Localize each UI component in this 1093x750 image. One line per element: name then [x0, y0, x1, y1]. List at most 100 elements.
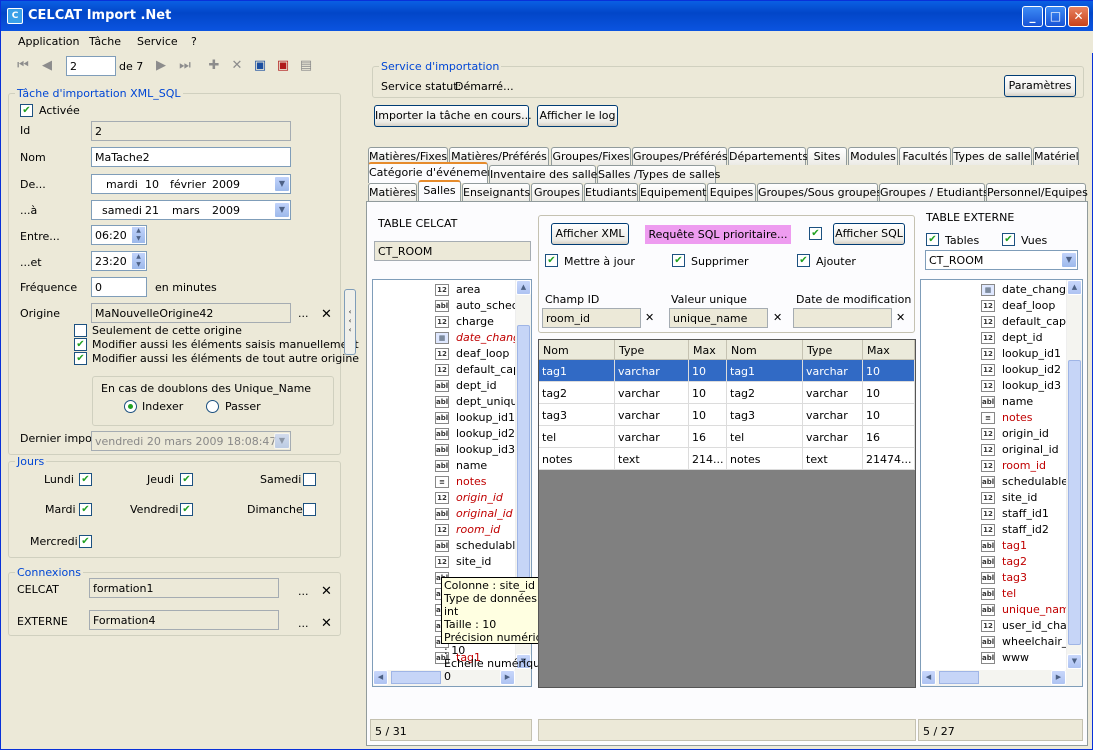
- menu-tache[interactable]: Tâche: [89, 35, 121, 48]
- tab-salles[interactable]: Salles: [418, 180, 461, 201]
- grid-cell[interactable]: 10: [863, 382, 915, 404]
- tab-d-partements[interactable]: Départements: [728, 147, 808, 165]
- tab-equipes[interactable]: Equipes: [707, 183, 756, 201]
- grid-cell[interactable]: varchar: [803, 382, 863, 404]
- grid-cell[interactable]: tag3: [727, 404, 803, 426]
- import-task-button[interactable]: Importer la tâche en cours...: [374, 105, 532, 127]
- tab-mat-riel[interactable]: Matériel: [1033, 147, 1079, 165]
- chevron-down-icon[interactable]: ▼: [274, 176, 290, 192]
- chevron-down-icon[interactable]: ▼: [274, 202, 290, 218]
- grid-header[interactable]: Nom: [727, 340, 803, 360]
- unique-clear-icon[interactable]: ✕: [773, 311, 782, 324]
- nom-input[interactable]: MaTache2: [91, 147, 291, 167]
- grid-cell[interactable]: tag3: [539, 404, 615, 426]
- grid-cell[interactable]: text: [803, 448, 863, 470]
- grid-cell[interactable]: 10: [863, 404, 915, 426]
- grid-header[interactable]: Type: [615, 340, 689, 360]
- delete-icon[interactable]: ✕: [229, 58, 245, 74]
- day-mercredi-checkbox[interactable]: ✔: [79, 535, 92, 548]
- grid-cell[interactable]: notes: [539, 448, 615, 470]
- chevron-down-icon[interactable]: ▼: [1061, 252, 1077, 268]
- add-icon[interactable]: ✚: [206, 58, 222, 74]
- tab-etudiants[interactable]: Etudiants: [584, 183, 638, 201]
- ext-scroll-thumb[interactable]: [1068, 360, 1081, 645]
- grid-cell[interactable]: tag1: [727, 360, 803, 382]
- date-to-picker[interactable]: samedi 21 mars 2009 ▼: [91, 200, 291, 220]
- ext-hscroll[interactable]: ◀ ▶: [921, 670, 1082, 686]
- chevron-left-icon[interactable]: ◀: [373, 670, 388, 685]
- tab-facult-s[interactable]: Facultés: [899, 147, 951, 165]
- tab-salles-types-de-salles[interactable]: Salles /Types de salles: [597, 165, 720, 183]
- next-record-icon[interactable]: ▶: [153, 58, 169, 74]
- grid-cell[interactable]: varchar: [803, 426, 863, 448]
- tab-groupes-etudiants[interactable]: Groupes / Etudiants: [879, 183, 989, 201]
- tab-inventaire-des-salles[interactable]: Inventaire des salles: [489, 165, 603, 183]
- ext-vscroll[interactable]: ▲ ▼: [1066, 280, 1082, 670]
- tab-groupes[interactable]: Groupes: [531, 183, 583, 201]
- origine-browse-button[interactable]: ...: [298, 307, 309, 320]
- tab-mati-res[interactable]: Matières: [368, 183, 417, 201]
- show-sql-button[interactable]: Afficher SQL: [833, 223, 905, 245]
- origine-clear-icon[interactable]: ✕: [321, 307, 332, 322]
- mapping-grid[interactable]: Nom Type Max Nom Type Max tag1 varchar 10 tag1 var…: [538, 339, 916, 688]
- grid-cell[interactable]: varchar: [803, 404, 863, 426]
- opt2-checkbox[interactable]: ✔: [74, 338, 87, 351]
- maximize-button[interactable]: □: [1045, 6, 1066, 27]
- day-lundi-checkbox[interactable]: ✔: [79, 473, 92, 486]
- add-checkbox[interactable]: ✔: [797, 254, 810, 267]
- views-checkbox[interactable]: ✔: [1002, 233, 1015, 246]
- priority-sql-button[interactable]: Requête SQL prioritaire...: [645, 225, 791, 244]
- grid-cell[interactable]: tag2: [539, 382, 615, 404]
- opt3-checkbox[interactable]: ✔: [74, 352, 87, 365]
- grid-header[interactable]: Max: [863, 340, 915, 360]
- grid-cell[interactable]: 16: [863, 426, 915, 448]
- active-checkbox[interactable]: ✔: [20, 104, 33, 117]
- grid-cell[interactable]: tag1: [539, 360, 615, 382]
- spin-icon[interactable]: ▲ ▼: [131, 252, 146, 270]
- grid-cell[interactable]: text: [615, 448, 689, 470]
- celcat-scroll-thumb[interactable]: [517, 325, 530, 595]
- save-close-icon[interactable]: ▣: [275, 58, 291, 74]
- day-samedi-checkbox[interactable]: [303, 473, 316, 486]
- grid-cell[interactable]: notes: [727, 448, 803, 470]
- celcat-hscroll-thumb[interactable]: [391, 671, 441, 684]
- grid-cell[interactable]: varchar: [615, 360, 689, 382]
- grid-header[interactable]: Nom: [539, 340, 615, 360]
- grid-cell[interactable]: varchar: [615, 426, 689, 448]
- chevron-down-icon[interactable]: ▼: [1067, 654, 1082, 669]
- grid-cell[interactable]: 214...: [689, 448, 727, 470]
- chevron-up-icon[interactable]: ▲: [1067, 280, 1082, 295]
- delete-checkbox[interactable]: ✔: [672, 254, 685, 267]
- parameters-button[interactable]: Paramètres: [1004, 75, 1076, 97]
- tab-types-de-salle[interactable]: Types de salle: [952, 147, 1032, 165]
- day-dimanche-checkbox[interactable]: [303, 503, 316, 516]
- tab-groupes-sous-groupes[interactable]: Groupes/Sous groupes: [757, 183, 882, 201]
- champ-clear-icon[interactable]: ✕: [645, 311, 654, 324]
- grid-cell[interactable]: 10: [863, 360, 915, 382]
- chevron-right-icon[interactable]: ▶: [1051, 670, 1066, 685]
- grid-cell[interactable]: varchar: [615, 382, 689, 404]
- externe-browse-button[interactable]: ...: [298, 617, 309, 630]
- menu-service[interactable]: Service: [137, 35, 178, 48]
- first-record-icon[interactable]: ⏮: [15, 58, 31, 74]
- indexer-radio[interactable]: [124, 400, 137, 413]
- collapse-handle[interactable]: ‹ ‹ ‹: [344, 289, 356, 355]
- grid-cell[interactable]: tag2: [727, 382, 803, 404]
- grid-cell[interactable]: tel: [727, 426, 803, 448]
- grid-cell[interactable]: 10: [689, 382, 727, 404]
- opt1-checkbox[interactable]: [74, 324, 87, 337]
- save-icon[interactable]: ▣: [252, 58, 268, 74]
- spin-icon[interactable]: ▲ ▼: [131, 226, 146, 244]
- last-record-icon[interactable]: ⏭: [177, 58, 193, 74]
- grid-cell[interactable]: 21474...: [863, 448, 915, 470]
- grid-cell[interactable]: tel: [539, 426, 615, 448]
- externe-clear-icon[interactable]: ✕: [321, 616, 332, 631]
- menu-help[interactable]: ?: [191, 35, 197, 48]
- time-to-input[interactable]: 23:20 ▲ ▼: [91, 251, 147, 271]
- time-from-input[interactable]: 06:20 ▲ ▼: [91, 225, 147, 245]
- tab-enseignants[interactable]: Enseignants: [462, 183, 530, 201]
- passer-radio[interactable]: [206, 400, 219, 413]
- date-from-picker[interactable]: mardi 10 février 2009 ▼: [91, 174, 291, 194]
- show-log-button[interactable]: Afficher le log: [537, 105, 618, 127]
- celcat-browse-button[interactable]: ...: [298, 585, 309, 598]
